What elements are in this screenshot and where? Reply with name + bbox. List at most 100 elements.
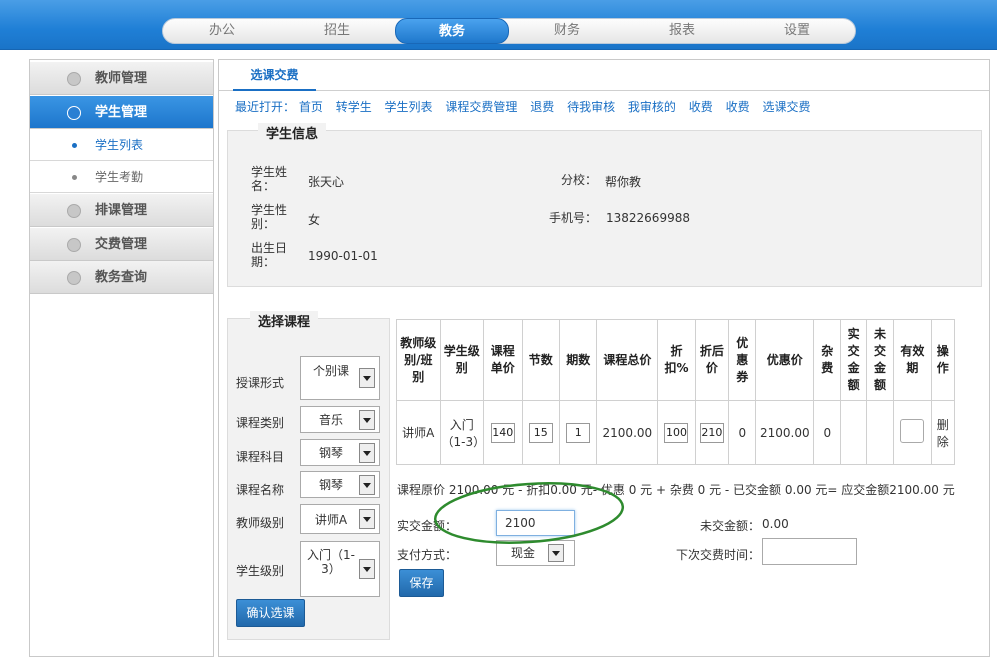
- teacher-level-select[interactable]: 讲师A: [300, 504, 380, 534]
- recent-link-transfer[interactable]: 转学生: [336, 100, 372, 114]
- cell-misc[interactable]: 0: [813, 400, 842, 465]
- student-gender-label: 学生性别：: [251, 203, 288, 231]
- cell-unpaid: [865, 400, 895, 465]
- validity-input[interactable]: [900, 419, 925, 443]
- course-table: 教师级别/班别 学生级别 课程单价 节数 期数 课程总价 折扣% 折后价 优惠券…: [396, 319, 956, 465]
- recent-link-my-reviewed[interactable]: 我审核的: [628, 100, 676, 114]
- periods-input[interactable]: 1: [566, 422, 591, 443]
- sidebar-item-label: 教师管理: [95, 71, 148, 86]
- topnav-reports[interactable]: 报表: [625, 19, 739, 43]
- sidebar-item-payment-management[interactable]: 交费管理: [30, 228, 213, 261]
- course-category-select[interactable]: 音乐: [300, 406, 380, 433]
- cell-unit-price: 140: [483, 400, 523, 465]
- recent-link-student-list[interactable]: 学生列表: [385, 100, 433, 114]
- payment-icon: [67, 238, 81, 252]
- unpaid-label: 未交金额：: [700, 519, 761, 533]
- topnav-office[interactable]: 办公: [165, 19, 279, 43]
- delete-link[interactable]: 删除: [930, 400, 956, 465]
- discount-input[interactable]: 100: [664, 422, 689, 443]
- col-student-level: 学生级别: [439, 319, 485, 401]
- chevron-down-icon: [359, 509, 375, 529]
- student-level-label: 学生级别: [236, 564, 285, 578]
- recent-link-course-payment[interactable]: 选课交费: [762, 100, 810, 114]
- col-discount: 折扣%: [657, 319, 696, 401]
- teacher-level-label: 教师级别: [236, 516, 285, 530]
- branch-label: 分校：: [561, 173, 598, 187]
- phone-label: 手机号：: [549, 211, 598, 225]
- query-icon: [67, 271, 81, 285]
- chevron-down-icon: [359, 474, 375, 495]
- student-level-select[interactable]: 入门（1-3）: [300, 541, 380, 597]
- cell-final-price: 2100.00: [755, 400, 815, 465]
- cell-paid: [840, 400, 867, 465]
- col-periods: 期数: [558, 319, 598, 401]
- cell-discount: 100: [657, 400, 696, 465]
- topnav-academic[interactable]: 教务: [395, 18, 509, 44]
- recent-link-home[interactable]: 首页: [299, 100, 323, 114]
- recent-link-charge-2[interactable]: 收费: [726, 100, 750, 114]
- student-info-panel: 学生信息 学生姓名： 张天心 分校： 帮你教 学生性别： 女 手机号： 1382…: [227, 123, 982, 287]
- sidebar-item-student-list[interactable]: 学生列表: [30, 129, 213, 161]
- cell-periods: 1: [558, 400, 598, 465]
- cell-validity: [893, 400, 932, 465]
- unpaid-value: 0.00: [762, 517, 789, 531]
- lessons-input[interactable]: 15: [528, 422, 553, 443]
- chevron-down-icon: [359, 409, 375, 430]
- course-category-value: 音乐: [318, 413, 343, 427]
- recent-link-course-payment-mgmt[interactable]: 课程交费管理: [445, 100, 517, 114]
- confirm-course-button[interactable]: 确认选课: [236, 599, 305, 627]
- sidebar-item-label: 教务查询: [95, 270, 148, 285]
- topnav-finance[interactable]: 财务: [510, 19, 624, 43]
- recent-link-charge[interactable]: 收费: [689, 100, 713, 114]
- schedule-icon: [67, 204, 81, 218]
- col-paid: 实交金额: [840, 319, 867, 401]
- sidebar-item-student-management[interactable]: 学生管理: [30, 96, 213, 129]
- sidebar-item-student-attendance[interactable]: 学生考勤: [30, 161, 213, 193]
- chevron-down-icon: [359, 442, 375, 463]
- col-validity: 有效期: [893, 319, 932, 401]
- cell-student-level: 入门（1-3）: [439, 400, 485, 465]
- recent-link-pending-review[interactable]: 待我审核: [567, 100, 615, 114]
- table-header-row: 教师级别/班别 学生级别 课程单价 节数 期数 课程总价 折扣% 折后价 优惠券…: [396, 319, 956, 401]
- topnav-settings[interactable]: 设置: [740, 19, 854, 43]
- col-discounted: 折后价: [694, 319, 730, 401]
- col-unit-price: 课程单价: [483, 319, 523, 401]
- phone-value: 13822669988: [606, 211, 690, 225]
- cell-teacher-level: 讲师A: [396, 400, 441, 465]
- col-teacher-level: 教师级别/班别: [396, 319, 441, 401]
- sidebar-item-label: 学生管理: [95, 105, 148, 120]
- branch-value: 帮你教: [605, 175, 642, 189]
- tab-course-payment[interactable]: 选课交费: [233, 60, 316, 91]
- main-panel: 选课交费 最近打开： 首页 转学生 学生列表 课程交费管理 退费 待我审核 我审…: [218, 59, 990, 657]
- next-payment-input[interactable]: [762, 538, 857, 565]
- teaching-mode-value: 个别课: [312, 364, 349, 378]
- teaching-mode-select[interactable]: 个别课: [300, 356, 380, 400]
- student-level-value: 入门（1-3）: [307, 548, 355, 576]
- cell-discounted: 210: [694, 400, 730, 465]
- discounted-input[interactable]: 210: [699, 422, 724, 443]
- course-subject-select[interactable]: 钢琴: [300, 439, 380, 466]
- top-nav: 办公 招生 教务 财务 报表 设置: [162, 18, 856, 44]
- student-name-label: 学生姓名：: [251, 165, 288, 193]
- sidebar: 教师管理 学生管理 学生列表 学生考勤 排课管理 交费管理 教务查询: [29, 59, 214, 657]
- recent-links: 最近打开： 首页 转学生 学生列表 课程交费管理 退费 待我审核 我审核的 收费…: [235, 99, 819, 115]
- unit-price-input[interactable]: 140: [490, 422, 515, 443]
- cell-total: 2100.00: [596, 400, 659, 465]
- course-name-select[interactable]: 钢琴: [300, 471, 380, 498]
- course-subject-label: 课程科目: [236, 450, 285, 464]
- sidebar-item-schedule-management[interactable]: 排课管理: [30, 194, 213, 227]
- sidebar-item-label: 排课管理: [95, 203, 148, 218]
- tab-bar: 选课交费: [219, 60, 989, 91]
- sidebar-item-label: 学生列表: [95, 138, 144, 152]
- recent-link-refund[interactable]: 退费: [530, 100, 554, 114]
- bullet-icon: [72, 175, 77, 180]
- sidebar-item-academic-query[interactable]: 教务查询: [30, 261, 213, 294]
- col-unpaid: 未交金额: [865, 319, 895, 401]
- cell-coupon[interactable]: 0: [728, 400, 757, 465]
- course-category-label: 课程类别: [236, 416, 285, 430]
- teacher-icon: [67, 72, 81, 86]
- save-button[interactable]: 保存: [399, 569, 444, 597]
- topnav-enrollment[interactable]: 招生: [280, 19, 394, 43]
- birth-date-value: 1990-01-01: [308, 249, 378, 263]
- sidebar-item-teacher-management[interactable]: 教师管理: [30, 62, 213, 95]
